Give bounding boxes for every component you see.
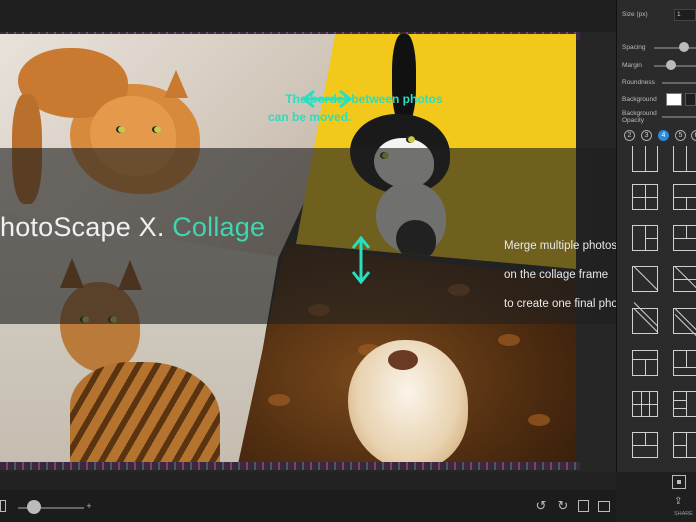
layout-template-tile[interactable] bbox=[632, 225, 658, 251]
top-toolbar bbox=[0, 0, 616, 32]
margin-slider-knob[interactable] bbox=[666, 60, 676, 70]
size-label: Size (px) bbox=[622, 11, 648, 18]
rotate-right-icon[interactable]: ↻ bbox=[556, 499, 570, 513]
cat-ear bbox=[82, 72, 106, 100]
background-opacity-label-line2: Opacity bbox=[622, 117, 645, 124]
layout-template-tile[interactable] bbox=[673, 225, 696, 251]
background-color-swatch[interactable] bbox=[666, 93, 682, 106]
roundness-slider[interactable] bbox=[662, 82, 696, 84]
flip-horizontal-icon[interactable] bbox=[578, 500, 589, 512]
zoom-out-icon[interactable] bbox=[0, 500, 6, 512]
layout-template-tile[interactable] bbox=[673, 184, 696, 210]
fit-toggle-icon[interactable] bbox=[672, 475, 686, 489]
background-label: Background bbox=[622, 96, 657, 103]
feature-title-main: hotoScape X. bbox=[0, 212, 165, 242]
note-line: on the collage frame bbox=[504, 269, 609, 281]
layout-template-tile[interactable] bbox=[673, 266, 696, 292]
cat-mouth bbox=[388, 350, 418, 370]
photoscape-app: The border between photos can be moved. … bbox=[0, 0, 696, 522]
cat-ear bbox=[164, 70, 188, 98]
note-line: to create one final photo. bbox=[504, 298, 631, 310]
layout-template-tile[interactable] bbox=[673, 432, 696, 458]
margin-label: Margin bbox=[622, 62, 642, 69]
photo-count-tab[interactable]: 6 bbox=[691, 130, 696, 141]
zoom-slider-knob[interactable] bbox=[27, 500, 41, 514]
rotate-left-icon[interactable]: ↺ bbox=[534, 499, 548, 513]
layout-template-tile[interactable] bbox=[632, 391, 658, 417]
layout-template-tile[interactable] bbox=[632, 184, 658, 210]
layout-template-tile[interactable] bbox=[673, 350, 696, 376]
layout-template-tile[interactable] bbox=[632, 432, 658, 458]
spacing-slider-knob[interactable] bbox=[679, 42, 689, 52]
leaf bbox=[268, 394, 290, 406]
share-label[interactable]: SHARE bbox=[674, 511, 693, 517]
zoom-in-icon[interactable]: + bbox=[82, 499, 96, 513]
film-strip-bottom bbox=[0, 462, 580, 470]
leaf bbox=[498, 334, 520, 346]
tip-line-1: The border between photos bbox=[285, 92, 443, 106]
move-vertical-arrow-icon bbox=[351, 235, 371, 285]
cat-eye bbox=[152, 126, 161, 133]
layout-template-tile[interactable] bbox=[632, 146, 658, 172]
share-icon[interactable]: ⇪ bbox=[674, 496, 682, 507]
layout-template-tile[interactable] bbox=[673, 308, 696, 339]
background-opacity-label: Background Opacity bbox=[622, 110, 657, 124]
photo-count-tab-active[interactable]: 4 bbox=[658, 130, 669, 141]
feature-description: Merge multiple photos on the collage fra… bbox=[504, 232, 631, 319]
feature-title: hotoScape X. Collage bbox=[0, 212, 265, 243]
spacing-slider[interactable] bbox=[654, 47, 696, 49]
flip-vertical-icon[interactable] bbox=[598, 501, 610, 512]
size-input[interactable]: 1 bbox=[674, 9, 696, 21]
leaf bbox=[528, 414, 550, 426]
layout-template-tile[interactable] bbox=[673, 146, 696, 172]
photo-count-tab[interactable]: 5 bbox=[675, 130, 686, 141]
photo-count-tab[interactable]: 2 bbox=[624, 130, 635, 141]
spacing-label: Spacing bbox=[622, 44, 646, 51]
layout-template-tile[interactable] bbox=[673, 391, 696, 417]
roundness-label: Roundness bbox=[622, 79, 655, 86]
cat-eye bbox=[116, 126, 125, 133]
cat-body bbox=[70, 362, 220, 462]
layout-template-tile[interactable] bbox=[632, 350, 658, 376]
background-color-picker[interactable] bbox=[685, 93, 696, 106]
feature-title-accent: Collage bbox=[172, 212, 266, 242]
cat-eye bbox=[406, 136, 415, 143]
layout-template-tile[interactable] bbox=[632, 302, 659, 334]
note-line: Merge multiple photos bbox=[504, 240, 618, 252]
bottom-toolbar: + ↺ ↻ bbox=[0, 490, 616, 522]
tip-line-2: can be moved. bbox=[268, 110, 352, 124]
border-tip: The border between photos can be moved. bbox=[264, 90, 464, 126]
background-opacity-slider[interactable] bbox=[662, 116, 696, 118]
photo-count-tab[interactable]: 3 bbox=[641, 130, 652, 141]
background-opacity-label-line1: Background bbox=[622, 110, 657, 117]
layout-template-tile[interactable] bbox=[632, 266, 659, 292]
